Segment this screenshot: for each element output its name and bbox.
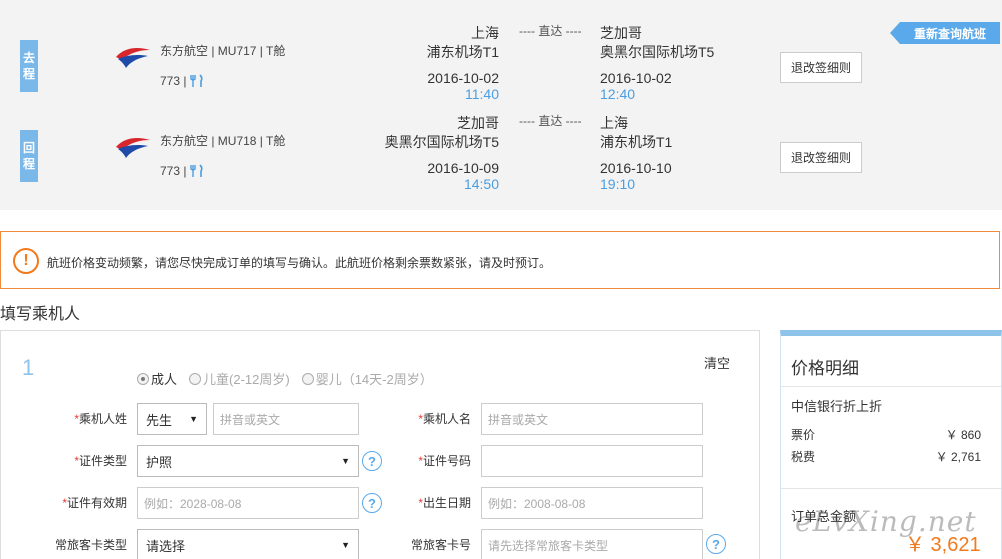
- price-warning-banner: ! 航班价格变动频繁，请您尽快完成订单的填写与确认。此航班价格剩余票数紧张，请及…: [0, 231, 1000, 289]
- birth-date-label: *出生日期: [418, 496, 471, 510]
- meal-icon: [190, 74, 204, 87]
- radio-infant[interactable]: 婴儿（14天-2周岁）: [301, 369, 433, 388]
- caret-down-icon: ▼: [341, 540, 350, 550]
- warning-text: 航班价格变动频繁，请您尽快完成订单的填写与确认。此航班价格剩余票数紧张，请及时预…: [47, 256, 552, 270]
- arrival-airport: 浦东机场T1: [600, 134, 673, 150]
- china-eastern-logo-icon: [116, 138, 150, 158]
- arrival-city: 上海: [600, 115, 628, 131]
- section-title: 填写乘机人: [0, 306, 81, 323]
- radio-adult[interactable]: 成人: [137, 369, 177, 388]
- return-leg: 回程 东方航空 | MU718 | T舱 773 | 芝加哥 奥黑尔国际机场T5…: [0, 108, 1002, 204]
- departure-airport: 浦东机场T1: [426, 44, 499, 60]
- id-expiry-label: *证件有效期: [62, 496, 127, 510]
- price-promo: 中信银行折上折: [791, 399, 883, 414]
- tax-row: 税费 ￥ 2,761: [791, 448, 981, 465]
- refund-change-rules-button[interactable]: 退改签细则: [780, 142, 862, 173]
- ticket-price-row: 票价 ￥ 860: [791, 426, 981, 443]
- surname-label: *乘机人姓: [74, 412, 127, 426]
- arrival-date: 2016-10-02: [600, 70, 672, 86]
- departure-airport: 奥黑尔国际机场T5: [384, 134, 499, 150]
- refund-change-rules-button[interactable]: 退改签细则: [780, 52, 862, 83]
- departure-time: 11:40: [465, 86, 499, 102]
- tax-value: ￥ 2,761: [935, 450, 981, 464]
- title-select[interactable]: 先生 ▼: [137, 403, 207, 435]
- leg-tag: 去程: [20, 40, 38, 92]
- meal-icon: [190, 164, 204, 177]
- plane-info: 773 |: [160, 74, 204, 88]
- arrival-date: 2016-10-10: [600, 160, 672, 176]
- clear-button[interactable]: 清空: [704, 353, 730, 372]
- given-name-input[interactable]: 拼音或英文: [481, 403, 703, 435]
- passenger-form: 1 清空 成人 儿童(2-12周岁) 婴儿（14天-2周岁） *乘机人姓 先生 ▼…: [0, 330, 760, 559]
- radio-child[interactable]: 儿童(2-12周岁): [189, 369, 290, 388]
- flight-summary: 重新查询航班 去程 东方航空 | MU717 | T舱 773 | 上海 浦东机…: [0, 0, 1002, 210]
- ticket-price-label: 票价: [791, 428, 816, 442]
- departure-city: 芝加哥: [457, 115, 499, 131]
- radio-label: 成人: [151, 372, 178, 387]
- id-expiry-input[interactable]: 例如：2028-08-08: [137, 487, 359, 519]
- plane-info: 773 |: [160, 164, 204, 178]
- outbound-leg: 去程 东方航空 | MU717 | T舱 773 | 上海 浦东机场T1 201…: [0, 18, 1002, 114]
- departure-city: 上海: [471, 25, 499, 41]
- radio-dot: [137, 372, 149, 385]
- price-title: 价格明细: [791, 359, 859, 378]
- ff-number-label: 常旅客卡号: [410, 538, 471, 552]
- passenger-number: 1: [22, 355, 35, 380]
- arrival-city: 芝加哥: [600, 25, 642, 41]
- arrival-time: 19:10: [600, 176, 636, 192]
- ff-type-select[interactable]: 请选择 ▼: [137, 529, 359, 559]
- departure-time: 14:50: [463, 176, 499, 192]
- departure-date: 2016-10-09: [427, 160, 499, 176]
- id-type-label: *证件类型: [74, 454, 127, 468]
- given-name-label: *乘机人名: [418, 412, 471, 426]
- radio-dot: [301, 372, 314, 385]
- help-icon[interactable]: ?: [706, 534, 726, 554]
- birth-date-input[interactable]: 例如：2008-08-08: [481, 487, 703, 519]
- ff-number-input[interactable]: 请先选择常旅客卡类型: [481, 529, 703, 559]
- direct-flight-label: ---- 直达 ----: [519, 24, 582, 38]
- tax-label: 税费: [791, 450, 816, 464]
- divider: [781, 386, 1001, 387]
- watermark: eLvXing.net: [795, 505, 977, 538]
- surname-input[interactable]: 拼音或英文: [213, 403, 359, 435]
- ff-type-label: 常旅客卡类型: [54, 538, 127, 552]
- leg-tag: 回程: [20, 130, 38, 182]
- radio-label: 儿童(2-12周岁): [203, 372, 290, 387]
- ticket-price-value: ￥ 860: [945, 428, 981, 442]
- caret-down-icon: ▼: [189, 414, 198, 424]
- radio-dot: [189, 372, 202, 385]
- arrival-airport: 奥黑尔国际机场T5: [600, 44, 715, 60]
- direct-flight-label: ---- 直达 ----: [519, 114, 582, 128]
- radio-label: 婴儿（14天-2周岁）: [315, 372, 433, 387]
- divider: [781, 488, 1001, 489]
- id-type-select[interactable]: 护照 ▼: [137, 445, 359, 477]
- warning-icon: !: [13, 248, 39, 274]
- plane-type: 773 |: [160, 164, 187, 178]
- china-eastern-logo-icon: [116, 48, 150, 68]
- departure-date: 2016-10-02: [427, 70, 499, 86]
- caret-down-icon: ▼: [341, 456, 350, 466]
- plane-type: 773 |: [160, 74, 187, 88]
- airline-flight-info: 东方航空 | MU717 | T舱: [160, 44, 286, 58]
- airline-flight-info: 东方航空 | MU718 | T舱: [160, 134, 286, 148]
- id-number-input[interactable]: [481, 445, 703, 477]
- passenger-type-radios: 成人 儿童(2-12周岁) 婴儿（14天-2周岁）: [137, 369, 433, 388]
- id-number-label: *证件号码: [418, 454, 471, 468]
- arrival-time: 12:40: [600, 86, 636, 102]
